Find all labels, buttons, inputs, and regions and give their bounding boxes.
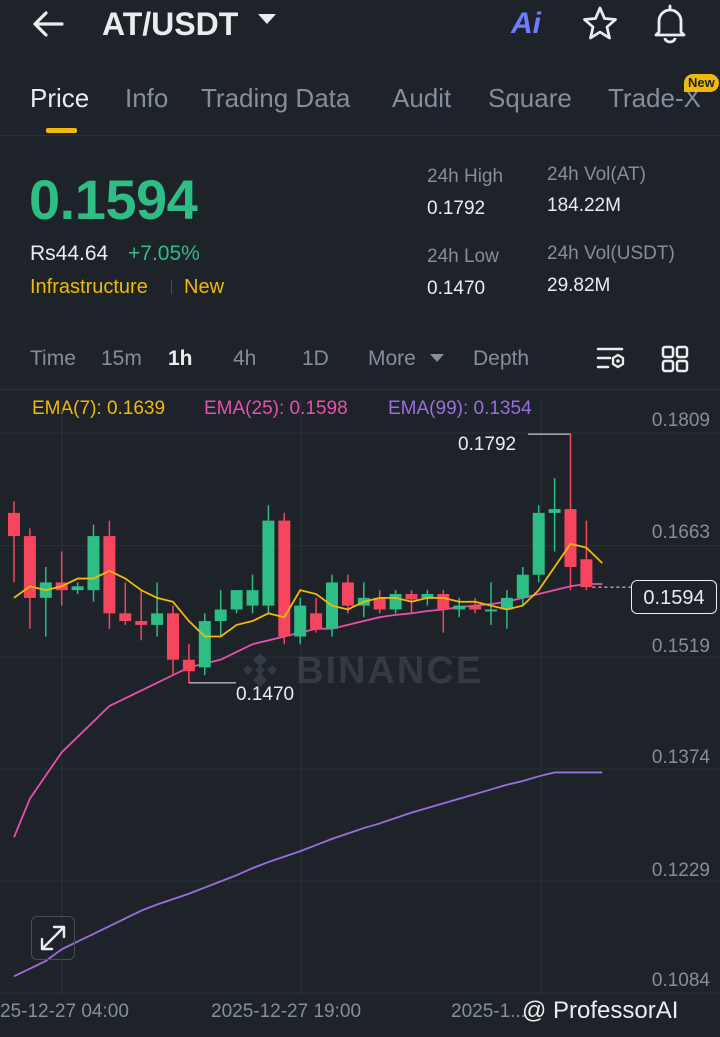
candle-body: [182, 659, 195, 672]
candle-body: [389, 594, 402, 610]
candle-body: [262, 520, 275, 606]
tab-divider: [0, 135, 720, 136]
interval-time[interactable]: Time: [30, 344, 76, 374]
back-button[interactable]: [28, 6, 72, 42]
y-tick-label: 0.1084: [651, 970, 710, 991]
alert-button[interactable]: [650, 2, 690, 49]
candle-body: [8, 512, 20, 537]
y-tick-label: 0.1374: [651, 747, 710, 768]
candle-body: [167, 613, 179, 660]
candle-body: [278, 520, 291, 637]
ema7-line: [13, 542, 603, 638]
y-tick-label: 0.1663: [651, 522, 710, 543]
new-badge: New: [684, 74, 719, 92]
pair-title[interactable]: AT/USDT: [102, 4, 238, 44]
chart-settings-button[interactable]: [596, 344, 628, 379]
candle-body: [341, 582, 354, 606]
current-price-tag: 0.1594: [631, 580, 717, 614]
candle-body: [437, 594, 450, 610]
candle-body: [310, 613, 323, 629]
y-tick-label: 0.1519: [651, 636, 710, 657]
star-icon: [583, 6, 617, 40]
candle-body: [580, 559, 593, 588]
ema25-line: [13, 583, 603, 838]
low-value: 0.1470: [427, 278, 486, 299]
candle-body: [294, 605, 307, 637]
x-tick-label: 2025-12-27 19:00: [211, 1001, 362, 1022]
candle-body: [230, 590, 243, 610]
binance-watermark: BINANCE: [296, 650, 484, 692]
high-marker-label: 0.1792: [458, 434, 517, 455]
candle-body: [564, 509, 577, 567]
chart-settings-icon: [596, 347, 625, 369]
interval-4h[interactable]: 4h: [233, 344, 256, 374]
price-change: +7.05%: [128, 242, 200, 265]
layout-button[interactable]: [660, 344, 690, 379]
interval-1h[interactable]: 1h: [168, 344, 193, 374]
interval-1d[interactable]: 1D: [302, 344, 329, 374]
candles: [8, 434, 593, 683]
high-label: 24h High: [427, 166, 504, 187]
candle-body: [103, 536, 116, 614]
candle-body: [516, 574, 529, 598]
x-tick-label: 2025-1...: [451, 1001, 526, 1022]
candle-body: [485, 609, 497, 612]
grid-icon: [661, 345, 689, 373]
interval-15m[interactable]: 15m: [101, 344, 142, 374]
candle-body: [453, 605, 466, 610]
x-tick-label: 25-12-27 04:00: [0, 1001, 129, 1022]
chart-top-divider: [0, 389, 720, 390]
caret-down-icon[interactable]: [258, 14, 276, 24]
tag-separator: [171, 280, 172, 294]
ai-label: Ai: [511, 7, 541, 40]
tag-new[interactable]: New: [184, 273, 224, 301]
y-tick-label: 0.1229: [651, 860, 710, 881]
arrow-left-icon: [33, 11, 64, 37]
high-value: 0.1792: [427, 198, 486, 219]
chart-grid: [0, 400, 720, 995]
candle-body: [151, 613, 164, 625]
candle-body: [87, 536, 100, 591]
vol-quote-value: 29.82M: [547, 275, 611, 296]
fullscreen-button[interactable]: [31, 916, 75, 960]
candle-body: [119, 613, 132, 622]
tab-active-indicator: [46, 128, 77, 133]
candle-body: [214, 609, 227, 622]
ema99-line: [13, 771, 603, 978]
candle-body: [135, 621, 148, 625]
candle-body: [469, 605, 482, 610]
expand-icon: [40, 925, 66, 951]
last-price: 0.1594: [29, 168, 198, 231]
tab-square[interactable]: Square: [488, 80, 572, 116]
candle-body: [405, 594, 418, 600]
low-marker-label: 0.1470: [236, 684, 295, 705]
vol-quote-label: 24h Vol(USDT): [547, 243, 675, 264]
interval-more[interactable]: More: [368, 344, 416, 374]
candle-body: [532, 512, 545, 575]
ai-button[interactable]: Ai: [511, 6, 541, 42]
y-tick-label: 0.1809: [651, 410, 710, 431]
tab-trading-data[interactable]: Trading Data: [201, 80, 350, 116]
credit-watermark: @ ProfessorAI: [522, 997, 679, 1024]
depth-tab[interactable]: Depth: [473, 344, 529, 374]
bell-icon: [654, 4, 686, 44]
tab-info[interactable]: Info: [125, 80, 168, 116]
favorite-button[interactable]: [580, 4, 620, 49]
vol-base-value: 184.22M: [547, 195, 621, 216]
candle-body: [198, 621, 211, 668]
fiat-price: Rs44.64: [30, 242, 109, 265]
tab-audit[interactable]: Audit: [392, 80, 451, 116]
low-label: 24h Low: [427, 246, 499, 267]
candle-body: [71, 586, 84, 591]
tab-price[interactable]: Price: [30, 80, 89, 116]
vol-base-label: 24h Vol(AT): [547, 164, 646, 185]
candlestick-chart[interactable]: [0, 400, 720, 1000]
caret-down-icon: [430, 354, 444, 362]
tag-infrastructure[interactable]: Infrastructure: [30, 273, 148, 301]
candle-body: [246, 590, 259, 606]
candle-body: [548, 509, 561, 513]
